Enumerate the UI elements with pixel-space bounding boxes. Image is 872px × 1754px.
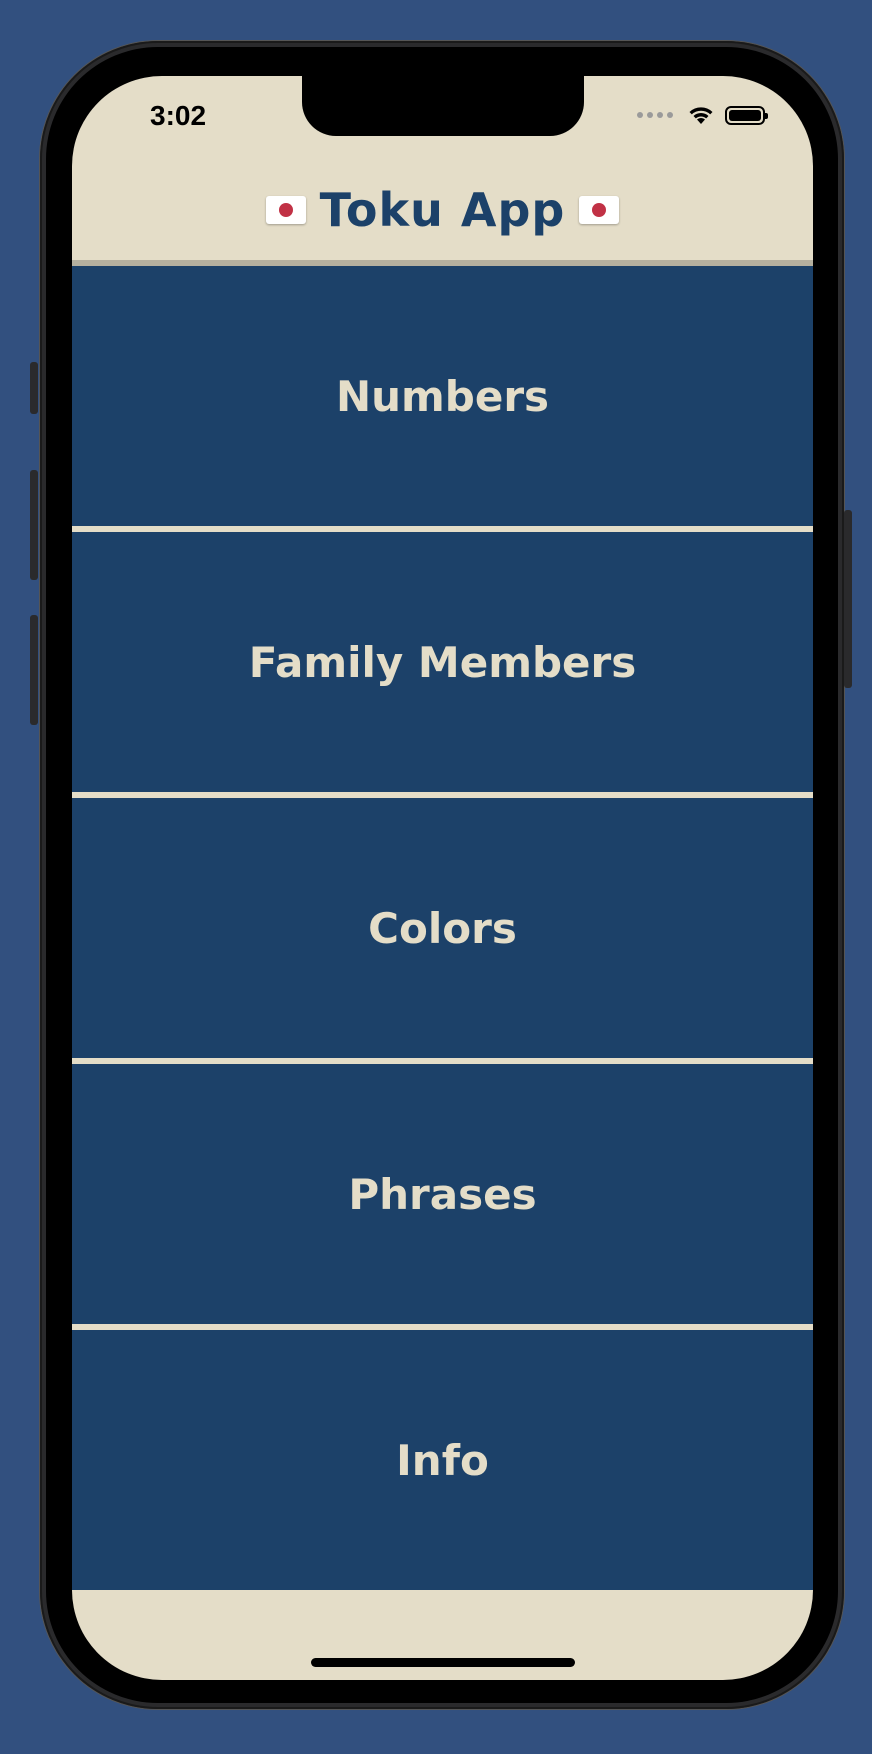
status-time: 3:02 [150, 100, 207, 131]
device-stage: 3:02 Toku App Numbers Family Members Col… [0, 0, 872, 1754]
menu-item-label: Phrases [348, 1169, 537, 1219]
app-title: Toku App [319, 183, 566, 237]
menu-item-colors[interactable]: Colors [72, 798, 813, 1058]
menu-item-numbers[interactable]: Numbers [72, 266, 813, 526]
notch [302, 76, 584, 136]
signal-dots-icon [637, 112, 673, 118]
menu-item-info[interactable]: Info [72, 1330, 813, 1590]
japan-flag-icon [265, 196, 306, 224]
menu-item-family-members[interactable]: Family Members [72, 532, 813, 792]
power-button [844, 510, 852, 688]
action-button [30, 362, 38, 414]
app-bar: Toku App [72, 160, 813, 260]
phone-screen: 3:02 Toku App Numbers Family Members Col… [72, 76, 813, 1680]
menu-item-label: Info [396, 1435, 489, 1485]
japan-flag-icon [579, 196, 620, 224]
wifi-icon [689, 107, 713, 124]
menu-item-label: Family Members [248, 637, 637, 687]
status-bar: 3:02 [72, 76, 813, 160]
volume-down-button [30, 615, 38, 725]
home-indicator[interactable] [311, 1658, 575, 1667]
status-icons [637, 104, 768, 126]
menu-item-label: Colors [368, 903, 517, 953]
menu-item-phrases[interactable]: Phrases [72, 1064, 813, 1324]
volume-up-button [30, 470, 38, 580]
menu-item-label: Numbers [335, 371, 550, 421]
battery-icon [725, 105, 768, 125]
category-menu: Numbers Family Members Colors Phrases In… [72, 266, 813, 1590]
